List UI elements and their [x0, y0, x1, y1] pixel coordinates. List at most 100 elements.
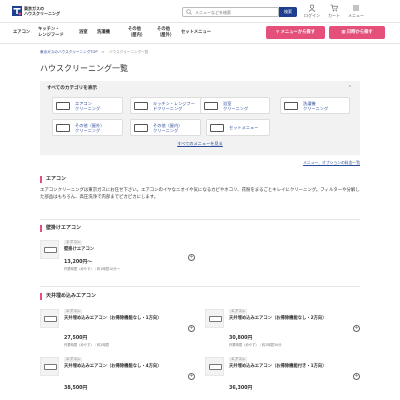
hamburger-icon	[353, 5, 359, 11]
site-header: 東京ガスの ハウスクリーニング 検索 ログイン カート メニュー	[0, 0, 400, 22]
login-button[interactable]: ログイン	[300, 4, 324, 19]
divider	[40, 286, 360, 287]
price-list-link[interactable]: メニュー、オプションの料金一覧	[303, 160, 360, 166]
category-label: クリーニング	[223, 106, 249, 111]
search-input[interactable]	[182, 7, 279, 17]
window-icon	[134, 124, 148, 132]
tokyo-gas-logo-icon[interactable]	[12, 6, 22, 16]
add-icon[interactable]: +	[188, 325, 195, 332]
range-hood-icon	[134, 102, 148, 110]
nav-item-label: レンジフード	[38, 33, 64, 38]
list-item[interactable]: エアコン 壁掛けエアコン 13,200円〜 作業時間（めやす）｜約1時間10分〜…	[40, 240, 195, 280]
item-name: 天井埋め込みエアコン（お掃除機能なし・1方向）	[64, 316, 162, 321]
add-icon[interactable]: +	[188, 373, 195, 380]
menu-button[interactable]: メニュー	[344, 4, 368, 19]
item-price: 27,500円	[64, 336, 88, 341]
washer-icon	[284, 102, 298, 110]
item-price: 38,500円	[64, 386, 88, 391]
search-by-date-button[interactable]: ▦ 日時から探す	[329, 26, 385, 39]
nav-item-label: （屋外）	[157, 33, 175, 38]
breadcrumb-current: ハウスクリーニング一覧	[108, 50, 149, 54]
nav-item-label: 洗濯機	[97, 30, 110, 35]
user-icon	[308, 4, 316, 12]
product-image	[40, 357, 59, 376]
aircon-icon	[44, 316, 57, 322]
page-title: ハウスクリーニング一覧	[40, 64, 128, 73]
bathtub-icon	[204, 102, 218, 110]
item-tag: エアコン	[229, 309, 248, 314]
item-meta: 作業時間（めやす）｜約1時間10分〜	[64, 267, 120, 271]
category-panel-heading[interactable]: すべてのカテゴリを表示	[47, 85, 97, 91]
add-icon[interactable]: +	[188, 254, 195, 261]
aircon-icon	[56, 102, 70, 110]
search-by-menu-button[interactable]: ⚲ メニューから探す	[266, 26, 325, 39]
nav-item-aircon[interactable]: エアコン	[13, 30, 30, 36]
chevron-up-icon[interactable]: ⌃	[348, 85, 352, 91]
section-intro-aircon: エアコンクリーニングは東京ガスにお任せ下さい。エアコンのイヤなニオイや気になるカ…	[40, 188, 360, 200]
list-item[interactable]: エアコン 天井埋め込みエアコン（お掃除機能なし・1方向） 27,500円 作業時…	[40, 309, 195, 349]
product-image	[40, 240, 59, 259]
menu-label: メニュー	[348, 13, 364, 18]
category-nav: エアコン キッチン・ レンジフード 浴室 洗濯機 その他 （屋内） その他 （屋…	[0, 22, 400, 44]
nav-item-bath[interactable]: 浴室	[79, 30, 88, 36]
nav-item-label: エアコン	[13, 30, 31, 35]
item-tag: エアコン	[64, 240, 83, 245]
item-name: 天井埋め込みエアコン（お掃除機能付き・1方向）	[229, 364, 327, 369]
list-item[interactable]: エアコン 天井埋め込みエアコン（お掃除機能付き・1方向） 36,300円 +	[205, 357, 360, 397]
item-price: 30,800円	[229, 336, 253, 341]
nav-item-set-menu[interactable]: セットメニュー	[181, 30, 211, 36]
breadcrumb-separator: >	[101, 50, 105, 54]
nav-item-label: セットメニュー	[181, 30, 212, 35]
category-label: クリーニング	[75, 128, 101, 133]
category-label: ドクリーニング	[153, 106, 183, 111]
item-tag: エアコン	[229, 357, 248, 362]
item-name: 天井埋め込みエアコン（お掃除機能なし・4方向）	[64, 364, 162, 369]
list-item[interactable]: エアコン 天井埋め込みエアコン（お掃除機能なし・2方向） 30,800円 作業時…	[205, 309, 360, 349]
aircon-icon	[209, 364, 222, 370]
nav-item-kitchen[interactable]: キッチン・ レンジフード	[38, 27, 64, 39]
category-bath[interactable]: 浴室 クリーニング	[200, 97, 270, 114]
search-by-menu-label: メニューから探す	[280, 30, 316, 35]
cart-label: カート	[328, 13, 340, 18]
cart-button[interactable]: カート	[322, 4, 346, 19]
category-label: クリーニング	[75, 106, 101, 111]
see-all-menu-link[interactable]: すべてのメニューを見る	[40, 141, 360, 147]
divider	[40, 219, 360, 220]
nav-item-other-indoor[interactable]: その他 （屋内）	[128, 27, 145, 39]
login-label: ログイン	[304, 13, 320, 18]
item-price: 13,200円〜	[64, 260, 93, 265]
search-by-date-label: 日時から探す	[346, 30, 373, 35]
item-price: 36,300円	[229, 386, 253, 391]
breadcrumb-home-link[interactable]: 東京ガスのハウスクリーニングTOP	[40, 50, 98, 54]
category-panel: すべてのカテゴリを表示 ⌃ エアコン クリーニング キッチン・レンジフー ドクリーニ…	[40, 81, 360, 155]
category-label: クリーニング	[303, 106, 329, 111]
aircon-icon	[44, 364, 57, 370]
category-set-menu[interactable]: セットメニュー	[206, 119, 270, 136]
category-washer[interactable]: 洗濯機 クリーニング	[280, 97, 350, 114]
aircon-icon	[209, 316, 222, 322]
section-title-ceiling: 天井埋め込みエアコン	[40, 293, 360, 300]
item-meta: 作業時間（めやす）｜約2時間	[64, 343, 109, 347]
set-menu-icon	[210, 124, 224, 132]
product-image	[205, 357, 224, 376]
nav-item-washer[interactable]: 洗濯機	[97, 30, 110, 36]
logo-text[interactable]: 東京ガスの ハウスクリーニング	[24, 6, 60, 16]
section-title-aircon: エアコン	[40, 176, 360, 183]
item-tag: エアコン	[64, 309, 83, 314]
nav-item-label: 浴室	[79, 30, 88, 35]
product-image	[205, 309, 224, 328]
search-button[interactable]: 検索	[279, 7, 297, 17]
cart-icon	[330, 4, 338, 12]
item-tag: エアコン	[64, 357, 83, 362]
add-icon[interactable]: +	[353, 325, 360, 332]
category-other-indoor[interactable]: その他（屋内） クリーニング	[130, 119, 201, 136]
list-item[interactable]: エアコン 天井埋め込みエアコン（お掃除機能なし・4方向） 38,500円 +	[40, 357, 195, 397]
logo-line2: ハウスクリーニング	[24, 11, 60, 16]
add-icon[interactable]: +	[353, 373, 360, 380]
product-image	[40, 309, 59, 328]
aircon-icon	[44, 247, 57, 253]
category-other-outdoor[interactable]: その他（屋外） クリーニング	[52, 119, 123, 136]
section-title-wall: 壁掛けエアコン	[40, 225, 360, 232]
nav-item-other-outdoor[interactable]: その他 （屋外）	[157, 27, 174, 39]
category-aircon[interactable]: エアコン クリーニング	[52, 97, 123, 114]
